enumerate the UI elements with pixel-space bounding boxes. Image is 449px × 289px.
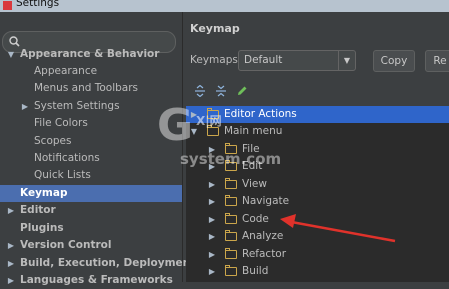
annotation-arrow [280, 214, 396, 243]
